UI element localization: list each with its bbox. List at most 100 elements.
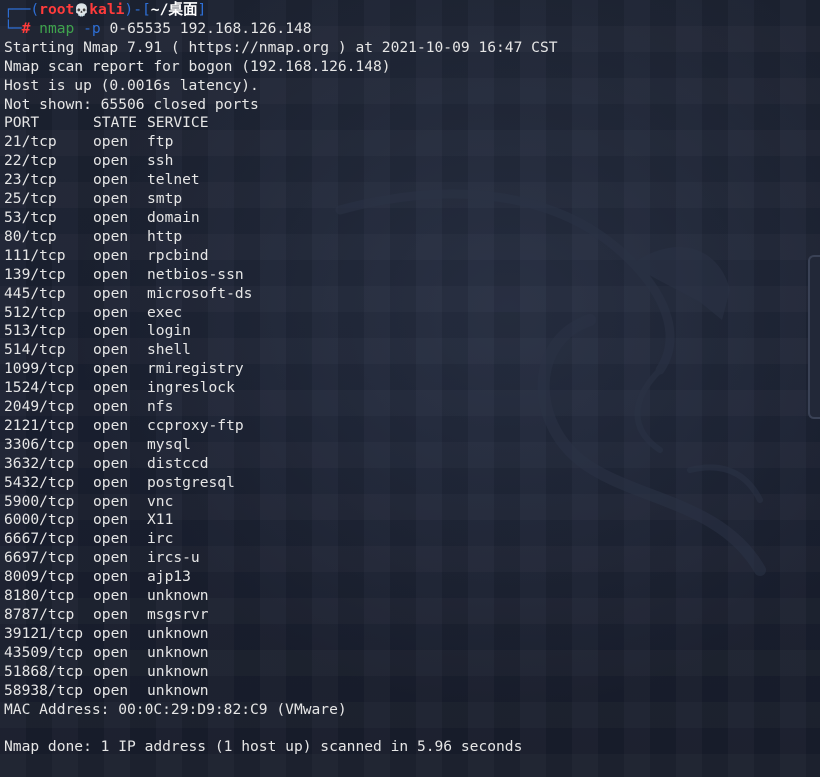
state-cell: open bbox=[93, 511, 129, 529]
table-row: 80/tcp open http bbox=[4, 228, 816, 247]
service-cell: telnet bbox=[147, 171, 200, 189]
port-cell: 25/tcp bbox=[4, 190, 57, 208]
state-cell: open bbox=[93, 473, 129, 491]
service-cell: postgresql bbox=[147, 473, 235, 491]
port-cell: 2121/tcp bbox=[4, 416, 75, 434]
prompt-user: root bbox=[39, 1, 75, 18]
state-cell: open bbox=[93, 341, 129, 359]
service-cell: domain bbox=[147, 208, 200, 226]
table-row: 6697/tcp open ircs-u bbox=[4, 549, 816, 568]
state-cell: open bbox=[93, 454, 129, 472]
table-row: 22/tcp open ssh bbox=[4, 152, 816, 171]
table-row: 8009/tcp open ajp13 bbox=[4, 568, 816, 587]
state-cell: open bbox=[93, 606, 129, 623]
header-state: STATE bbox=[93, 114, 137, 132]
prompt-box-top: ┌──( bbox=[4, 1, 40, 18]
prompt-bracket-end: ] bbox=[197, 1, 207, 18]
mac-address-line: MAC Address: 00:0C:29:D9:82:C9 (VMware) bbox=[4, 700, 347, 718]
port-cell: 445/tcp bbox=[4, 284, 66, 302]
table-row: 513/tcp open login bbox=[4, 322, 816, 341]
state-cell: open bbox=[93, 587, 129, 605]
port-cell: 1524/tcp bbox=[4, 379, 75, 397]
table-row: 445/tcp open microsoft-ds bbox=[4, 285, 816, 304]
state-cell: open bbox=[93, 133, 129, 151]
service-cell: ircs-u bbox=[147, 549, 200, 567]
service-cell: irc bbox=[147, 530, 174, 548]
state-cell: open bbox=[93, 303, 129, 321]
service-cell: microsoft-ds bbox=[147, 284, 253, 302]
service-cell: nfs bbox=[147, 398, 174, 416]
port-cell: 43509/tcp bbox=[4, 643, 84, 661]
port-cell: 6667/tcp bbox=[4, 530, 75, 548]
table-row: 5900/tcp open vnc bbox=[4, 493, 816, 512]
table-row: 43509/tcp open unknown bbox=[4, 644, 816, 663]
table-row: 39121/tcp open unknown bbox=[4, 625, 816, 644]
table-row: 21/tcp open ftp bbox=[4, 133, 816, 152]
service-cell: ccproxy-ftp bbox=[147, 416, 244, 434]
port-cell: 6697/tcp bbox=[4, 549, 75, 567]
port-cell: 139/tcp bbox=[4, 265, 66, 283]
prompt-directory: ~/桌面 bbox=[150, 1, 198, 18]
output-line-report: Nmap scan report for bogon (192.168.126.… bbox=[4, 57, 391, 75]
port-cell: 53/tcp bbox=[4, 208, 57, 226]
nmap-done-line: Nmap done: 1 IP address (1 host up) scan… bbox=[4, 738, 523, 756]
table-row: 6667/tcp open irc bbox=[4, 530, 816, 549]
table-row: 2121/tcp open ccproxy-ftp bbox=[4, 417, 816, 436]
table-row: 111/tcp open rpcbind bbox=[4, 247, 816, 266]
prompt-hash: # bbox=[21, 19, 31, 37]
port-cell: 3306/tcp bbox=[4, 435, 75, 453]
service-cell: msgsrvr bbox=[147, 606, 209, 623]
table-row: 6000/tcp open X11 bbox=[4, 511, 816, 530]
port-cell: 8787/tcp bbox=[4, 606, 75, 623]
prompt-box-bottom: └─ bbox=[4, 19, 22, 37]
table-row: 1524/tcp open ingreslock bbox=[4, 379, 816, 398]
port-cell: 5900/tcp bbox=[4, 492, 75, 510]
state-cell: open bbox=[93, 379, 129, 397]
table-row: 23/tcp open telnet bbox=[4, 171, 816, 190]
table-row: 53/tcp open domain bbox=[4, 209, 816, 228]
port-cell: 5432/tcp bbox=[4, 473, 75, 491]
service-cell: rpcbind bbox=[147, 246, 209, 264]
terminal-window[interactable]: ┌──(root💀kali)-[~/桌面] └─# nmap -p 0-6553… bbox=[0, 0, 820, 777]
output-line-start: Starting Nmap 7.91 ( https://nmap.org ) … bbox=[4, 38, 558, 56]
service-cell: unknown bbox=[147, 624, 209, 642]
service-cell: login bbox=[147, 322, 191, 340]
table-row: 139/tcp open netbios-ssn bbox=[4, 266, 816, 285]
state-cell: open bbox=[93, 284, 129, 302]
state-cell: open bbox=[93, 246, 129, 264]
table-row: 3306/tcp open mysql bbox=[4, 436, 816, 455]
state-cell: open bbox=[93, 190, 129, 208]
table-row: 5432/tcp open postgresql bbox=[4, 474, 816, 493]
service-cell: exec bbox=[147, 303, 183, 321]
port-cell: 80/tcp bbox=[4, 227, 57, 245]
state-cell: open bbox=[93, 227, 129, 245]
skull-icon: 💀 bbox=[74, 3, 90, 17]
port-cell: 1099/tcp bbox=[4, 360, 75, 378]
table-row: 514/tcp open shell bbox=[4, 341, 816, 360]
state-cell: open bbox=[93, 681, 129, 699]
output-line-host-up: Host is up (0.0016s latency). bbox=[4, 76, 259, 94]
service-cell: ingreslock bbox=[147, 379, 235, 397]
state-cell: open bbox=[93, 398, 129, 416]
command-args: 0-65535 192.168.126.148 bbox=[109, 19, 312, 37]
state-cell: open bbox=[93, 643, 129, 661]
table-row: 25/tcp open smtp bbox=[4, 190, 816, 209]
port-cell: 3632/tcp bbox=[4, 454, 75, 472]
state-cell: open bbox=[93, 530, 129, 548]
prompt-line-2[interactable]: └─# nmap -p 0-65535 192.168.126.148 bbox=[4, 20, 816, 39]
table-header: PORT STATE SERVICE bbox=[4, 114, 816, 133]
port-cell: 23/tcp bbox=[4, 171, 57, 189]
service-cell: distccd bbox=[147, 454, 209, 472]
table-row: 51868/tcp open unknown bbox=[4, 663, 816, 682]
port-cell: 8180/tcp bbox=[4, 587, 75, 605]
table-row: 8180/tcp open unknown bbox=[4, 587, 816, 606]
table-row: 512/tcp open exec bbox=[4, 304, 816, 323]
port-cell: 21/tcp bbox=[4, 133, 57, 151]
header-port: PORT bbox=[4, 114, 40, 132]
service-cell: rmiregistry bbox=[147, 360, 244, 378]
service-cell: netbios-ssn bbox=[147, 265, 244, 283]
port-cell: 513/tcp bbox=[4, 322, 66, 340]
service-cell: smtp bbox=[147, 190, 183, 208]
state-cell: open bbox=[93, 322, 129, 340]
